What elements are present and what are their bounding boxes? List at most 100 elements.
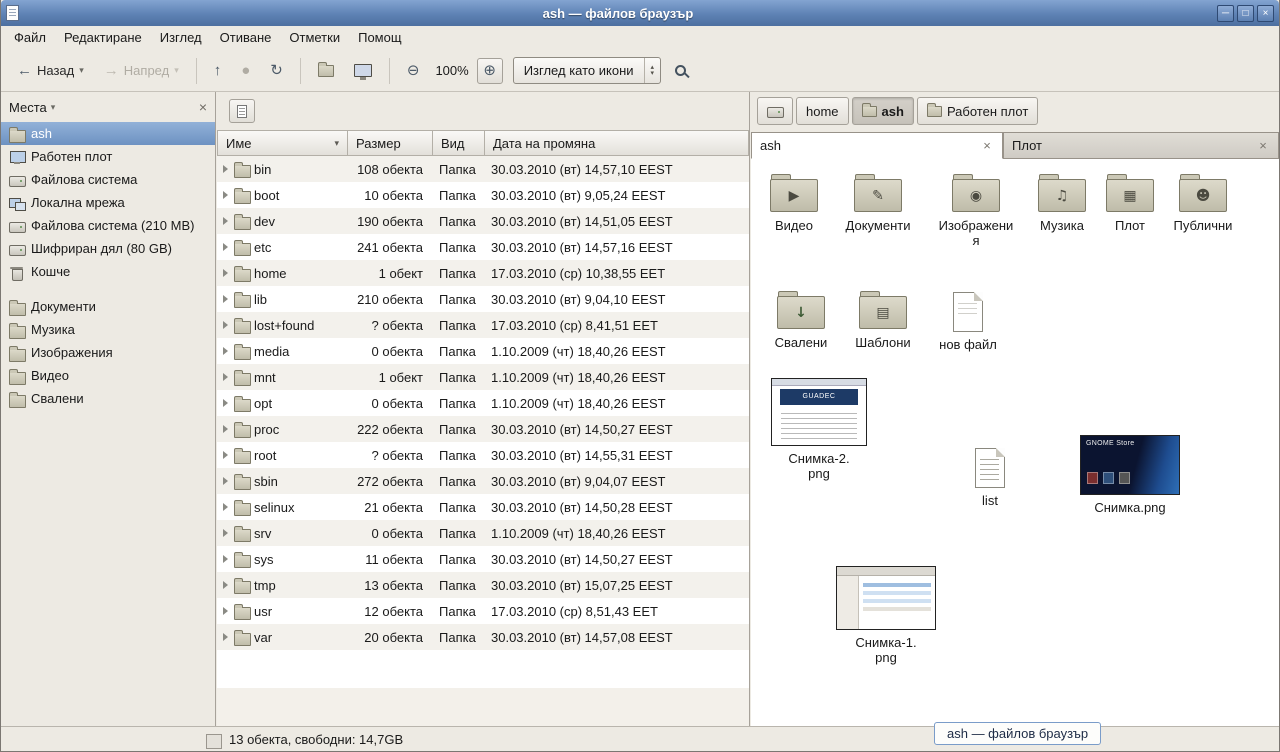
expander-icon[interactable] [223,295,228,303]
zoom-in-button[interactable]: ⊕ [477,58,503,84]
icon-item-pictures[interactable]: Изображения [934,173,1018,249]
icon-item-snimka1[interactable]: Снимка-1.png [834,566,938,666]
sidebar-item[interactable]: Шифриран дял (80 GB) [1,237,215,260]
menu-item[interactable]: Отиване [211,26,281,50]
menu-item[interactable]: Изглед [151,26,211,50]
expander-icon[interactable] [223,529,228,537]
sidebar-item[interactable]: Файлова система [1,168,215,191]
icon-item-documents[interactable]: Документи [836,173,920,234]
table-row[interactable]: root ? обекта Папка 30.03.2010 (вт) 14,5… [217,442,749,468]
table-row[interactable]: media 0 обекта Папка 1.10.2009 (чт) 18,4… [217,338,749,364]
table-row[interactable]: boot 10 обекта Папка 30.03.2010 (вт) 9,0… [217,182,749,208]
icon-item-templates[interactable]: Шаблони [841,290,925,351]
expander-icon[interactable] [223,347,228,355]
table-row[interactable]: usr 12 обекта Папка 17.03.2010 (ср) 8,51… [217,598,749,624]
minimize-button[interactable]: ─ [1217,5,1234,22]
menu-item[interactable]: Помощ [349,26,410,50]
icon-item-video[interactable]: Видео [752,173,836,234]
sidebar-mode-dropdown-icon[interactable]: ▾ [51,102,56,113]
pathbar-ash-button[interactable]: ash [852,97,914,125]
expander-icon[interactable] [223,165,228,173]
home-button[interactable] [310,59,342,83]
expander-icon[interactable] [223,581,228,589]
view-mode-spinner-icon[interactable]: ▴▾ [644,58,661,83]
pane-corner-box[interactable] [206,734,222,749]
location-toggle-button[interactable] [229,99,255,123]
column-header-name[interactable]: Име ▾ [217,130,348,156]
sidebar-item[interactable]: Файлова система (210 MB) [1,214,215,237]
icon-item-desktop[interactable]: Плот [1088,173,1172,234]
table-row[interactable]: dev 190 обекта Папка 30.03.2010 (вт) 14,… [217,208,749,234]
column-header-type[interactable]: Вид [433,130,485,156]
sidebar-item[interactable]: Документи [1,295,215,318]
titlebar[interactable]: ash — файлов браузър ─ □ × [1,0,1279,26]
close-button[interactable]: × [1257,5,1274,22]
expander-icon[interactable] [223,633,228,641]
menu-item[interactable]: Редактиране [55,26,151,50]
back-button[interactable]: ← Назад ▾ [9,57,92,84]
sidebar-item[interactable]: ash [1,122,215,145]
expander-icon[interactable] [223,503,228,511]
table-row[interactable]: proc 222 обекта Папка 30.03.2010 (вт) 14… [217,416,749,442]
column-sort-dropdown-icon[interactable]: ▾ [334,138,339,149]
table-row[interactable]: lib 210 обекта Папка 30.03.2010 (вт) 9,0… [217,286,749,312]
table-row[interactable]: mnt 1 обект Папка 1.10.2009 (чт) 18,40,2… [217,364,749,390]
table-row[interactable]: opt 0 обекта Папка 1.10.2009 (чт) 18,40,… [217,390,749,416]
maximize-button[interactable]: □ [1237,5,1254,22]
sidebar-item[interactable]: Локална мрежа [1,191,215,214]
tab-close-icon[interactable]: × [1256,138,1270,153]
icon-item-snimka[interactable]: GNOME Store Снимка.png [1078,435,1182,516]
icon-view[interactable]: Видео Документи Изображения Музика Плот [751,159,1279,726]
table-row[interactable]: sbin 272 обекта Папка 30.03.2010 (вт) 9,… [217,468,749,494]
sidebar-item[interactable]: Кошче [1,260,215,283]
table-row[interactable]: etc 241 обекта Папка 30.03.2010 (вт) 14,… [217,234,749,260]
table-row[interactable]: bin 108 обекта Папка 30.03.2010 (вт) 14,… [217,156,749,182]
menu-item[interactable]: Файл [5,26,55,50]
expander-icon[interactable] [223,425,228,433]
sidebar-item[interactable]: Видео [1,364,215,387]
view-mode-select[interactable]: Изглед като икони ▴▾ [513,57,661,84]
expander-icon[interactable] [223,191,228,199]
search-button[interactable] [665,57,696,84]
table-row[interactable]: lost+found ? обекта Папка 17.03.2010 (ср… [217,312,749,338]
table-row[interactable]: tmp 13 обекта Папка 30.03.2010 (вт) 15,0… [217,572,749,598]
expander-icon[interactable] [223,451,228,459]
sidebar-item[interactable]: Изображения [1,341,215,364]
expander-icon[interactable] [223,217,228,225]
expander-icon[interactable] [223,373,228,381]
table-row[interactable]: sys 11 обекта Папка 30.03.2010 (вт) 14,5… [217,546,749,572]
stop-button[interactable]: ● [233,57,258,84]
column-header-date[interactable]: Дата на промяна [485,130,749,156]
table-row[interactable]: home 1 обект Папка 17.03.2010 (ср) 10,38… [217,260,749,286]
tab-ash[interactable]: ash × [751,132,1003,159]
menu-item[interactable]: Отметки [280,26,349,50]
forward-button[interactable]: → Напред ▾ [96,57,187,84]
table-row[interactable]: var 20 обекта Папка 30.03.2010 (вт) 14,5… [217,624,749,650]
tab-plot[interactable]: Плот × [1003,132,1279,158]
reload-button[interactable]: ↻ [262,57,291,84]
expander-icon[interactable] [223,607,228,615]
icon-item-downloads[interactable]: Свалени [759,290,843,351]
computer-button[interactable] [346,58,380,83]
table-row[interactable]: selinux 21 обекта Папка 30.03.2010 (вт) … [217,494,749,520]
expander-icon[interactable] [223,477,228,485]
back-dropdown-icon[interactable]: ▾ [79,65,84,76]
pathbar-root-button[interactable] [757,97,793,125]
icon-item-list[interactable]: list [948,446,1032,509]
icon-item-public[interactable]: Публични [1161,173,1245,234]
pathbar-desktop-button[interactable]: Работен плот [917,97,1038,125]
column-header-size[interactable]: Размер [348,130,433,156]
table-row[interactable]: srv 0 обекта Папка 1.10.2009 (чт) 18,40,… [217,520,749,546]
sidebar-item[interactable]: Музика [1,318,215,341]
icon-item-new-file[interactable]: нов файл [926,290,1010,353]
pathbar-home-button[interactable]: home [796,97,849,125]
sidebar-title[interactable]: Места [9,100,47,115]
icon-item-snimka2[interactable]: GUADEC Снимка-2.png [767,378,871,482]
sidebar-item[interactable]: Свалени [1,387,215,410]
expander-icon[interactable] [223,269,228,277]
expander-icon[interactable] [223,555,228,563]
expander-icon[interactable] [223,321,228,329]
sidebar-item[interactable]: Работен плот [1,145,215,168]
expander-icon[interactable] [223,399,228,407]
zoom-out-button[interactable]: ⊖ [399,57,428,84]
